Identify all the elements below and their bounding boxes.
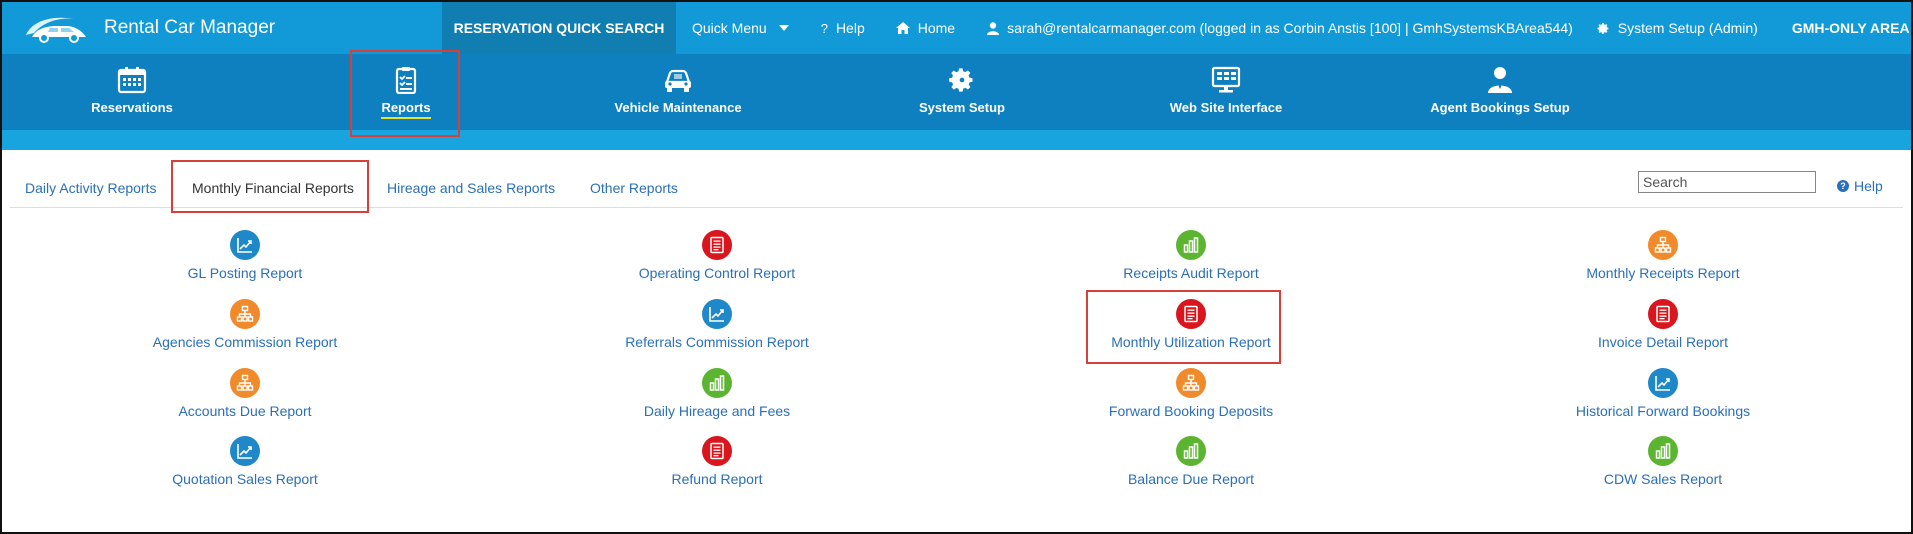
hierarchy-icon (1176, 368, 1206, 398)
brand[interactable]: Rental Car Manager (2, 2, 442, 54)
report-label: Referrals Commission Report (625, 334, 809, 350)
tab-hireage-and-sales-reports[interactable]: Hireage and Sales Reports (387, 180, 555, 196)
module-agent-bookings-setup[interactable]: Agent Bookings Setup (1420, 54, 1580, 130)
user-account-link[interactable]: sarah@rentalcarmanager.com (logged in as… (987, 2, 1573, 54)
tab-daily-activity-reports[interactable]: Daily Activity Reports (25, 180, 156, 196)
report-link-quotation-sales-report[interactable]: Quotation Sales Report (85, 436, 405, 487)
chart-trend-icon (230, 436, 260, 466)
module-system-setup[interactable]: System Setup (902, 54, 1022, 130)
agent-icon (1488, 67, 1512, 93)
hierarchy-icon (1648, 230, 1678, 260)
reservation-quick-search-link[interactable]: RESERVATION QUICK SEARCH (442, 2, 676, 54)
system-setup-admin-label: System Setup (Admin) (1617, 20, 1758, 36)
bar-chart-icon (702, 368, 732, 398)
module-vehicle-maintenance[interactable]: Vehicle Maintenance (598, 54, 758, 130)
highlight-monthly-utilization-report (1086, 290, 1281, 364)
home-icon (895, 22, 910, 34)
bar-chart-icon (1176, 436, 1206, 466)
report-label: Balance Due Report (1127, 471, 1255, 487)
chart-trend-icon (702, 299, 732, 329)
app-title: Rental Car Manager (104, 17, 276, 38)
report-label: Monthly Receipts Report (1586, 265, 1740, 281)
gear-icon (949, 68, 973, 92)
help-nav-label: Help (835, 20, 865, 36)
module-label: Vehicle Maintenance (614, 100, 742, 115)
document-icon (702, 230, 732, 260)
report-label: Agencies Commission Report (152, 334, 338, 350)
system-setup-admin-link[interactable]: System Setup (Admin) (1597, 2, 1758, 54)
report-label: Receipts Audit Report (1123, 265, 1259, 281)
report-link-historical-forward-bookings[interactable]: Historical Forward Bookings (1503, 368, 1823, 419)
report-link-accounts-due-report[interactable]: Accounts Due Report (85, 368, 405, 419)
bar-chart-icon (1176, 230, 1206, 260)
user-account-label: sarah@rentalcarmanager.com (logged in as… (1007, 20, 1573, 36)
report-label: Refund Report (671, 471, 763, 487)
gmh-only-area-link[interactable]: GMH-ONLY AREA (1792, 2, 1910, 54)
user-icon (987, 21, 1000, 35)
document-icon (1648, 299, 1678, 329)
report-link-forward-booking-deposits[interactable]: Forward Booking Deposits (1031, 368, 1351, 419)
report-link-monthly-receipts-report[interactable]: Monthly Receipts Report (1503, 230, 1823, 281)
help-circle-icon: ? (1837, 180, 1849, 192)
report-link-receipts-audit-report[interactable]: Receipts Audit Report (1031, 230, 1351, 281)
module-bar-strip (2, 130, 1911, 150)
app-window: Rental Car Manager RESERVATION QUICK SEA… (0, 0, 1913, 534)
report-label: Operating Control Report (638, 265, 796, 281)
report-link-cdw-sales-report[interactable]: CDW Sales Report (1503, 436, 1823, 487)
report-label: Forward Booking Deposits (1108, 403, 1274, 419)
help-link[interactable]: ? Help (1837, 178, 1883, 194)
chart-trend-icon (230, 230, 260, 260)
document-icon (702, 436, 732, 466)
report-link-daily-hireage-and-fees[interactable]: Daily Hireage and Fees (557, 368, 877, 419)
report-link-agencies-commission-report[interactable]: Agencies Commission Report (85, 299, 405, 350)
report-label: CDW Sales Report (1603, 471, 1723, 487)
report-link-balance-due-report[interactable]: Balance Due Report (1031, 436, 1351, 487)
top-bar: Rental Car Manager RESERVATION QUICK SEA… (2, 2, 1911, 54)
gear-small-icon (1597, 22, 1609, 34)
module-label: Reservations (91, 100, 173, 115)
monitor-icon (1211, 66, 1241, 93)
car-icon (665, 69, 691, 92)
question-icon: ? (820, 20, 828, 36)
caret-down-icon (778, 25, 789, 31)
quick-menu-dropdown[interactable]: Quick Menu (692, 2, 789, 54)
module-web-site-interface[interactable]: Web Site Interface (1156, 54, 1296, 130)
search-input[interactable] (1638, 171, 1816, 193)
report-link-refund-report[interactable]: Refund Report (557, 436, 877, 487)
home-nav-link[interactable]: Home (895, 2, 956, 54)
report-link-referrals-commission-report[interactable]: Referrals Commission Report (557, 299, 877, 350)
car-logo-icon (26, 17, 86, 43)
bar-chart-icon (1648, 436, 1678, 466)
tab-other-reports[interactable]: Other Reports (590, 180, 678, 196)
hierarchy-icon (230, 299, 260, 329)
help-nav-link[interactable]: ? Help (821, 2, 865, 54)
module-reservations[interactable]: Reservations (72, 54, 192, 130)
help-link-label: Help (1854, 178, 1883, 194)
report-link-invoice-detail-report[interactable]: Invoice Detail Report (1503, 299, 1823, 350)
report-link-operating-control-report[interactable]: Operating Control Report (557, 230, 877, 281)
module-label: Web Site Interface (1169, 100, 1283, 115)
quick-menu-label: Quick Menu (692, 20, 767, 36)
report-label: Accounts Due Report (178, 403, 312, 419)
report-label: Invoice Detail Report (1598, 334, 1728, 350)
report-label: Historical Forward Bookings (1575, 403, 1751, 419)
calendar-icon (117, 67, 147, 94)
report-link-gl-posting-report[interactable]: GL Posting Report (85, 230, 405, 281)
module-label: System Setup (919, 100, 1005, 115)
highlight-monthly-financial-tab (171, 160, 369, 213)
report-label: Daily Hireage and Fees (643, 403, 791, 419)
module-label: Agent Bookings Setup (1430, 100, 1570, 115)
highlight-reports-module (350, 50, 460, 137)
chart-trend-icon (1648, 368, 1678, 398)
hierarchy-icon (230, 368, 260, 398)
report-label: Quotation Sales Report (172, 471, 318, 487)
report-label: GL Posting Report (187, 265, 303, 281)
home-nav-label: Home (917, 20, 956, 36)
